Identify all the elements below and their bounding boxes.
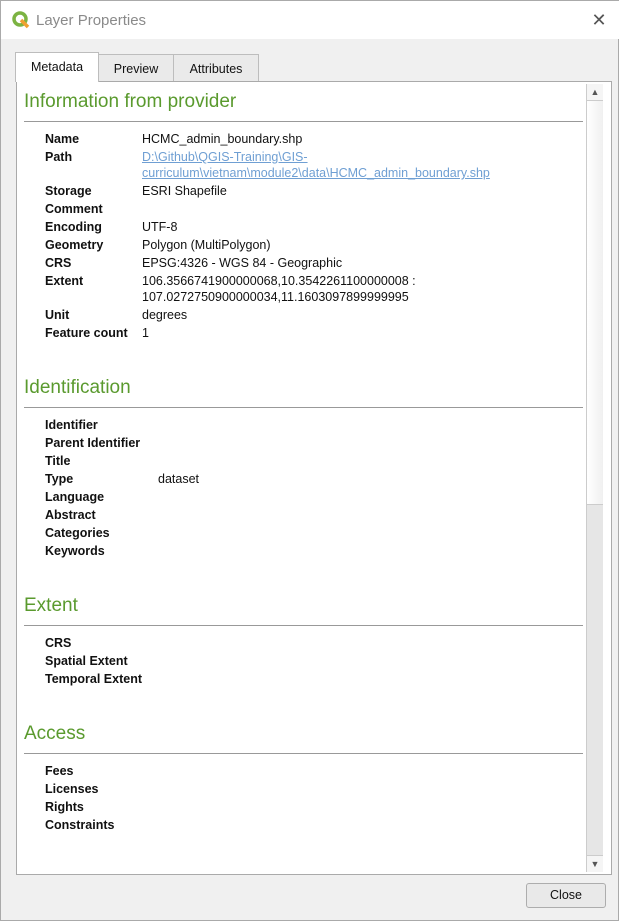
field-value: Polygon (MultiPolygon) [142, 238, 271, 252]
field-value: dataset [158, 472, 200, 486]
vertical-scrollbar[interactable]: ▲ ▼ [586, 84, 603, 872]
close-button[interactable]: Close [526, 883, 606, 908]
divider [24, 753, 583, 754]
path-link[interactable]: curriculum\vietnam\module2\data\HCMC_adm… [142, 165, 490, 181]
scroll-down-icon[interactable]: ▼ [587, 855, 603, 872]
field-label: Storage [45, 184, 92, 198]
field-label: Encoding [45, 220, 102, 234]
field-label: CRS [45, 256, 72, 270]
field-value: 107.0272750900000034,11.1603097899999995 [142, 290, 409, 304]
divider [24, 407, 583, 408]
field-label: Unit [45, 308, 70, 322]
field-label: Parent Identifier [45, 436, 141, 450]
divider [24, 121, 583, 122]
field-label: Fees [45, 764, 74, 778]
field-value: 1 [142, 326, 149, 340]
scrollbar-thumb[interactable] [587, 101, 603, 505]
field-value: EPSG:4326 - WGS 84 - Geographic [142, 256, 343, 270]
field-label: Abstract [45, 508, 96, 522]
field-label: Extent [45, 274, 84, 288]
field-label: Spatial Extent [45, 654, 128, 668]
close-icon[interactable]: ✕ [587, 9, 611, 31]
section-heading: Extent [24, 595, 78, 616]
section-heading: Access [24, 723, 86, 744]
field-label: Licenses [45, 782, 99, 796]
field-label: Comment [45, 202, 103, 216]
section-heading: Information from provider [24, 91, 237, 112]
title-bar: Layer Properties ✕ [1, 1, 619, 39]
field-value: degrees [142, 308, 188, 322]
window-title: Layer Properties [36, 12, 147, 29]
metadata-panel: Information from provider Name HCMC_admin… [16, 81, 612, 875]
field-label: Language [45, 490, 105, 504]
field-label: Identifier [45, 418, 98, 432]
field-label: Categories [45, 526, 110, 540]
field-label: Path [45, 150, 73, 164]
field-label: Type [45, 472, 74, 486]
field-label: Geometry [45, 238, 104, 252]
divider [24, 625, 583, 626]
field-value: ESRI Shapefile [142, 184, 227, 198]
field-label: Temporal Extent [45, 672, 143, 686]
field-value: UTF-8 [142, 220, 178, 234]
path-link[interactable]: D:\Github\QGIS-Training\GIS- [142, 149, 308, 165]
tab-attributes[interactable]: Attributes [173, 54, 259, 82]
qgis-logo-icon [12, 11, 30, 29]
field-label: Rights [45, 800, 84, 814]
metadata-content: Information from provider Name HCMC_admin… [19, 84, 586, 872]
field-label: Title [45, 454, 71, 468]
field-label: Keywords [45, 544, 105, 558]
tab-preview[interactable]: Preview [98, 54, 174, 82]
field-label: Name [45, 132, 80, 146]
tab-metadata[interactable]: Metadata [15, 52, 99, 82]
field-value: 106.3566741900000068,10.3542261100000008… [142, 274, 416, 288]
section-heading: Identification [24, 377, 131, 398]
scroll-up-icon[interactable]: ▲ [587, 84, 603, 101]
field-label: CRS [45, 636, 72, 650]
field-value: HCMC_admin_boundary.shp [142, 132, 303, 146]
field-label: Feature count [45, 326, 128, 340]
field-label: Constraints [45, 818, 115, 832]
